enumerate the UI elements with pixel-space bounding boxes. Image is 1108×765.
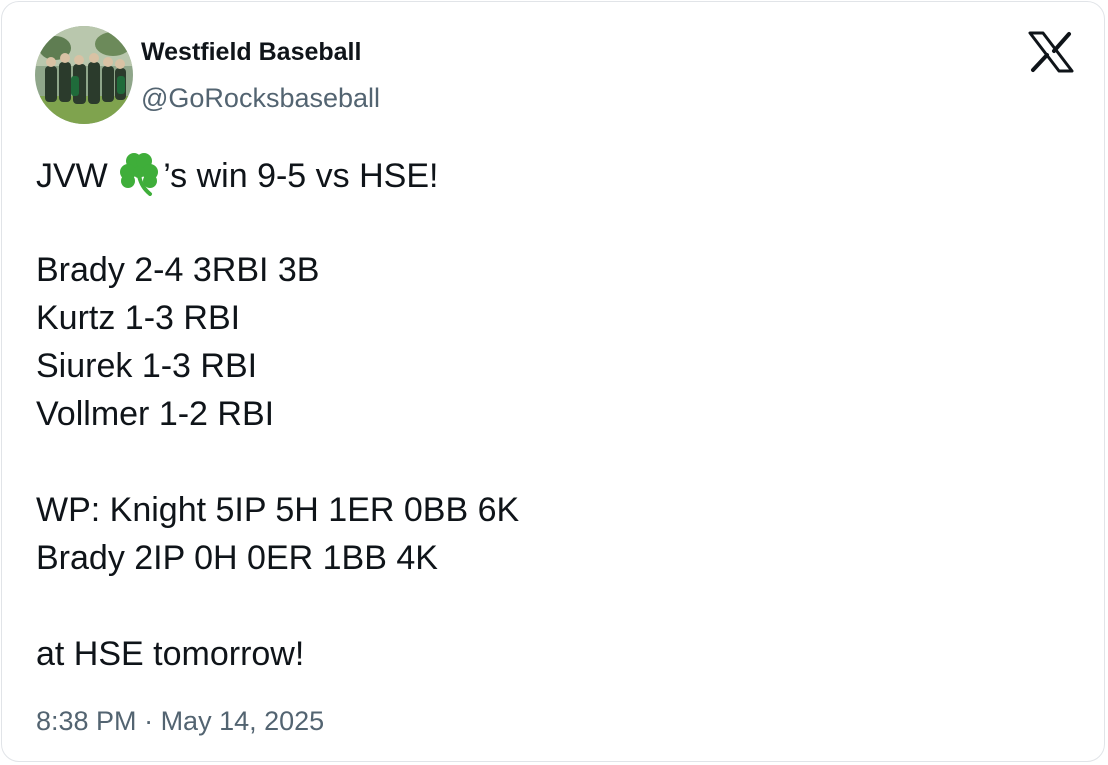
batting-line: Kurtz 1-3 RBI — [36, 299, 241, 337]
timestamp-separator: · — [136, 706, 161, 736]
shamrock-icon — [120, 153, 159, 196]
author-handle[interactable]: @GoRocksbaseball — [141, 80, 380, 116]
pitching-line: Brady 2IP 0H 0ER 1BB 4K — [36, 539, 438, 577]
headline-prefix: JVW — [36, 157, 118, 195]
tweet-card[interactable]: Westfield Baseball @GoRocksbaseball JVW … — [1, 1, 1105, 762]
tweet-headline: JVW ’s win 9-5 vs HSE! — [36, 150, 1076, 198]
tweet-date: May 14, 2025 — [160, 706, 325, 736]
tweet-timestamp[interactable]: 8:38 PM · May 14, 2025 — [36, 702, 324, 740]
x-logo-icon[interactable] — [1028, 31, 1074, 73]
tweet-time: 8:38 PM — [36, 706, 137, 736]
pitching-line: WP: Knight 5IP 5H 1ER 0BB 6K — [36, 491, 520, 529]
team-photo-avatar — [35, 26, 133, 124]
author-display-name[interactable]: Westfield Baseball — [141, 35, 361, 69]
tweet-text: JVW ’s win 9-5 vs HSE! Brady 2-4 3RBI 3B… — [36, 150, 1076, 678]
closing-line: at HSE tomorrow! — [36, 635, 305, 673]
batting-line: Vollmer 1-2 RBI — [36, 395, 275, 433]
author-avatar[interactable] — [35, 26, 133, 124]
batting-line: Brady 2-4 3RBI 3B — [36, 251, 320, 289]
headline-suffix: ’s win 9-5 vs HSE! — [163, 157, 439, 195]
batting-line: Siurek 1-3 RBI — [36, 347, 258, 385]
